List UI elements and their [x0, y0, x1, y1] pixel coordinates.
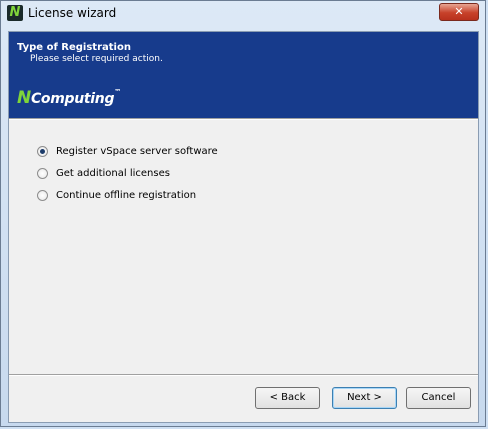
registration-options: Register vSpace server software Get addi…	[37, 140, 218, 206]
logo-trademark: ™	[114, 88, 121, 96]
page-subtitle: Please select required action.	[30, 54, 163, 64]
ncomputing-app-icon: N	[7, 5, 23, 21]
license-wizard-window: N License wizard ✕ Type of Registration …	[0, 0, 486, 427]
logo-n-mark: N	[17, 88, 31, 108]
option-label: Register vSpace server software	[56, 145, 218, 157]
close-icon: ✕	[454, 5, 464, 18]
close-button[interactable]: ✕	[439, 3, 479, 21]
option-label: Continue offline registration	[56, 189, 197, 201]
radio-register-vspace[interactable]	[37, 145, 48, 157]
logo-text: Computing	[30, 91, 115, 107]
window-title: License wizard	[28, 6, 117, 20]
radio-additional-licenses[interactable]	[37, 167, 48, 179]
page-title: Type of Registration	[17, 42, 131, 53]
radio-offline-registration[interactable]	[37, 189, 48, 201]
footer-divider	[9, 374, 478, 376]
title-bar[interactable]: N License wizard ✕	[1, 1, 485, 25]
header-divider	[9, 118, 478, 120]
ncomputing-logo: NComputing™	[17, 88, 121, 108]
wizard-client-area: Type of Registration Please select requi…	[8, 31, 479, 423]
option-register-vspace[interactable]: Register vSpace server software	[37, 140, 218, 162]
header-banner: Type of Registration Please select requi…	[9, 32, 478, 118]
option-label: Get additional licenses	[56, 167, 170, 179]
next-button[interactable]: Next >	[332, 387, 397, 409]
cancel-button[interactable]: Cancel	[406, 387, 471, 409]
option-offline-registration[interactable]: Continue offline registration	[37, 184, 218, 206]
option-additional-licenses[interactable]: Get additional licenses	[37, 162, 218, 184]
back-button[interactable]: < Back	[255, 387, 320, 409]
